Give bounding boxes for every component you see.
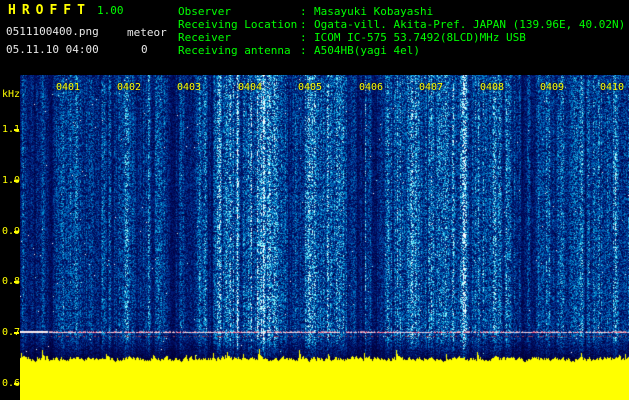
app-title: HROFFT xyxy=(8,3,91,18)
mode-label: meteor xyxy=(127,26,167,39)
info-label: Receiving antenna xyxy=(178,44,291,57)
info-colon: : xyxy=(300,18,314,31)
spectrogram-canvas xyxy=(20,75,629,400)
freq-tick-mark xyxy=(14,180,19,182)
info-label: Receiving Location xyxy=(178,18,298,31)
info-value: A504HB(yagi 4el) xyxy=(314,44,420,57)
freq-tick-mark xyxy=(14,332,19,334)
freq-tick-mark xyxy=(14,129,19,131)
freq-tick-mark xyxy=(14,231,19,233)
freq-tick-mark xyxy=(14,281,19,283)
app-version: 1.00 xyxy=(97,4,124,17)
info-row-observer: Observer: Masayuki Kobayashi xyxy=(178,5,625,18)
info-label: Observer xyxy=(178,5,231,18)
info-colon: : xyxy=(300,31,314,44)
info-row-receiver: Receiver: ICOM IC-575 53.7492(8LCD)MHz U… xyxy=(178,31,625,44)
time-tick-label: 0408 xyxy=(479,82,505,93)
time-tick-label: 0405 xyxy=(297,82,323,93)
time-tick-label: 0404 xyxy=(237,82,263,93)
observation-datetime: 05.11.10 04:00 xyxy=(6,43,99,56)
info-colon: : xyxy=(300,44,314,57)
info-label: Receiver xyxy=(178,31,231,44)
info-value: Ogata-vill. Akita-Pref. JAPAN (139.96E, … xyxy=(314,18,626,31)
info-row-antenna: Receiving antenna: A504HB(yagi 4el) xyxy=(178,44,625,57)
time-tick-label: 0402 xyxy=(116,82,142,93)
meteor-count: 0 xyxy=(141,43,148,56)
output-filename: 0511100400.png xyxy=(6,25,99,38)
time-tick-label: 0403 xyxy=(176,82,202,93)
info-value: ICOM IC-575 53.7492(8LCD)MHz USB xyxy=(314,31,526,44)
time-tick-label: 0409 xyxy=(539,82,565,93)
info-row-location: Receiving Location: Ogata-vill. Akita-Pr… xyxy=(178,18,625,31)
time-tick-label: 0407 xyxy=(418,82,444,93)
time-tick-label: 0406 xyxy=(358,82,384,93)
info-colon: : xyxy=(300,5,314,18)
time-tick-label: 0401 xyxy=(55,82,81,93)
info-value: Masayuki Kobayashi xyxy=(314,5,434,18)
time-tick-label: 0410 xyxy=(599,82,625,93)
freq-tick-mark xyxy=(14,383,19,385)
y-axis-unit-label: kHz xyxy=(2,89,21,100)
station-info: Observer: Masayuki Kobayashi Receiving L… xyxy=(178,5,625,57)
hrofft-window: HROFFT 1.00 0511100400.png meteor 05.11.… xyxy=(0,0,629,400)
